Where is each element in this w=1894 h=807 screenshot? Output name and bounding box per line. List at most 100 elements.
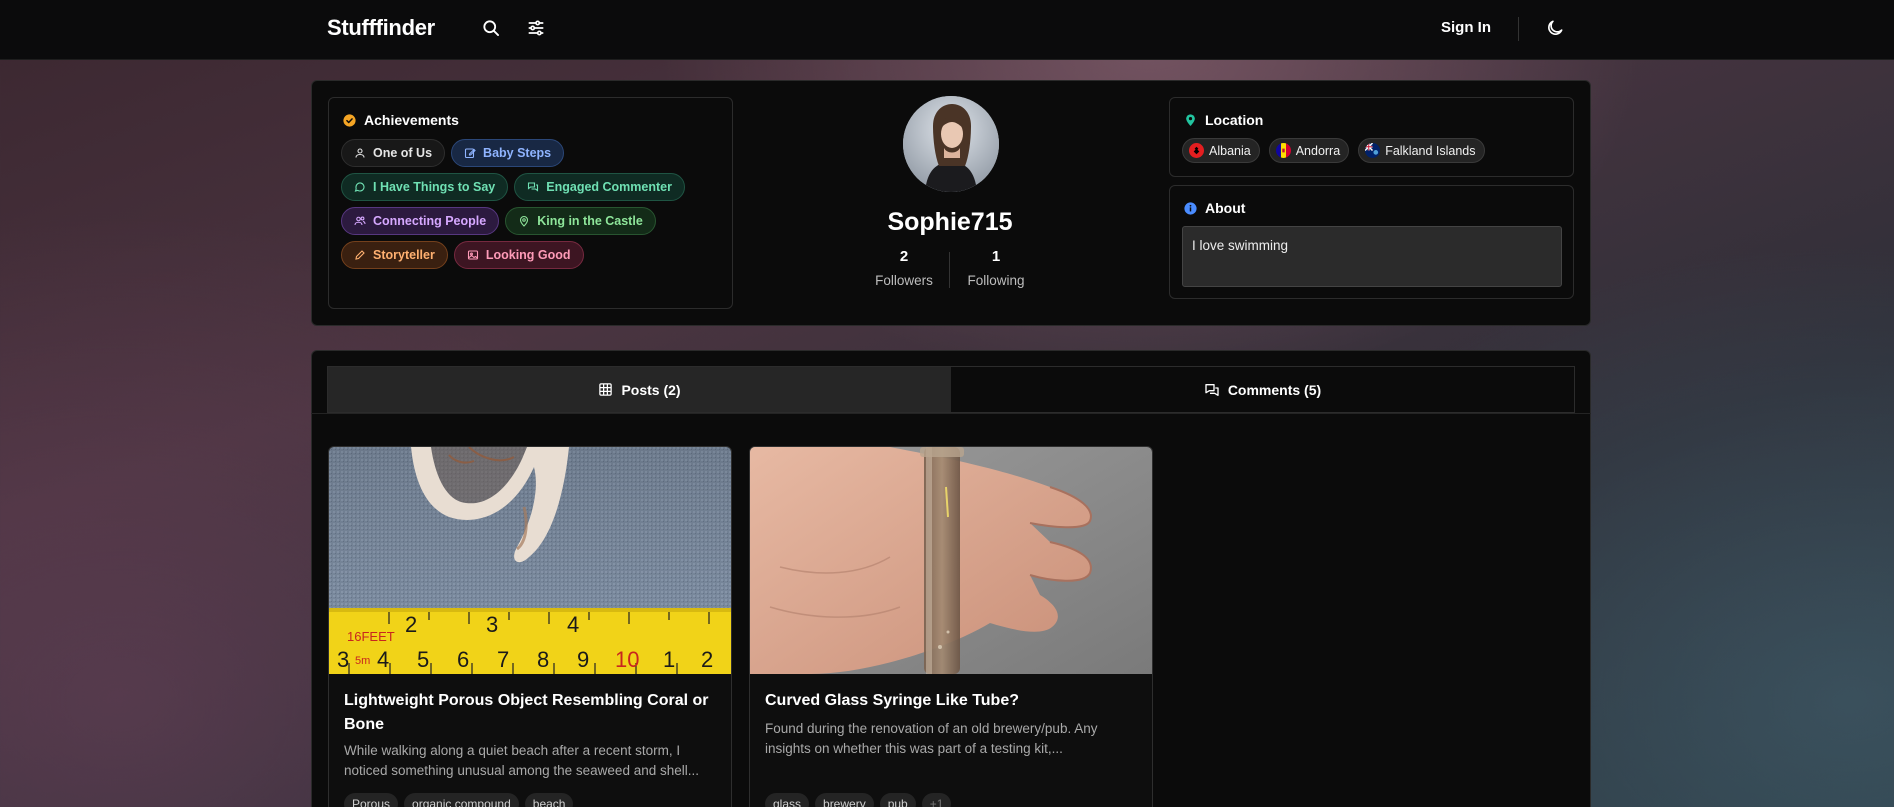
tape-number: 2 [701, 647, 713, 672]
post-tags: Porous organic compound beach [344, 793, 574, 807]
badge-check-icon [343, 113, 356, 127]
info-icon [1184, 201, 1197, 215]
achievements-title: Achievements [364, 112, 459, 128]
tape-number: 5 [417, 647, 429, 672]
country-label: Andorra [1295, 143, 1341, 158]
albania-flag-icon [1189, 143, 1204, 158]
about-text: I love swimming [1182, 226, 1562, 287]
about-card: About I love swimming [1169, 185, 1574, 299]
messages-icon [528, 182, 539, 192]
badge-baby-steps[interactable]: Baby Steps [451, 139, 565, 167]
about-title: About [1205, 200, 1246, 216]
tag[interactable]: beach [524, 793, 574, 807]
following-stat[interactable]: 1 Following [956, 248, 1036, 288]
andorra-flag-icon [1275, 143, 1291, 158]
search-icon[interactable] [479, 16, 503, 40]
nav-divider [1518, 17, 1519, 41]
message-icon [354, 182, 365, 192]
country-pill-andorra[interactable]: Andorra [1268, 138, 1350, 163]
location-pin-icon [1184, 113, 1197, 127]
post-title[interactable]: Curved Glass Syringe Like Tube? [765, 689, 1140, 713]
profile-tabs: Posts (2) Comments (5) [327, 366, 1575, 413]
post-image[interactable] [750, 447, 1152, 674]
tab-posts[interactable]: Posts (2) [328, 367, 951, 412]
post-tags: glass brewery pub +1 [765, 793, 952, 807]
country-pill-falkland-islands[interactable]: Falkland Islands [1358, 138, 1485, 163]
tabs-divider [311, 413, 1591, 414]
tag[interactable]: glass [765, 793, 810, 807]
tape-number: 8 [537, 647, 549, 672]
tab-posts-label: Posts (2) [621, 381, 681, 398]
achievements-heading: Achievements [343, 112, 459, 128]
post-card[interactable]: Curved Glass Syringe Like Tube? Found du… [749, 446, 1153, 807]
user-icon [355, 148, 365, 158]
tape-number: 7 [497, 647, 509, 672]
tag[interactable]: brewery [815, 793, 874, 807]
profile-username: Sophie715 [887, 208, 1013, 236]
following-label: Following [967, 273, 1025, 288]
tag[interactable]: pub [879, 793, 916, 807]
grid-icon [599, 383, 613, 396]
country-pill-albania[interactable]: Albania [1182, 138, 1260, 163]
moon-icon[interactable] [1543, 16, 1567, 40]
followers-stat[interactable]: 2 Followers [864, 248, 944, 288]
top-navbar: Stufffinder Sign In [0, 0, 1894, 60]
followers-count: 2 [899, 248, 909, 265]
badge-label: One of Us [373, 146, 433, 160]
avatar[interactable] [903, 96, 999, 192]
tab-comments[interactable]: Comments (5) [951, 367, 1574, 412]
users-icon [354, 216, 366, 226]
badge-one-of-us[interactable]: One of Us [341, 139, 446, 167]
badge-label: Connecting People [373, 214, 487, 228]
badge-label: Engaged Commenter [546, 180, 672, 194]
location-heading: Location [1184, 112, 1263, 128]
edit-icon [464, 148, 476, 159]
tape-number: 6 [457, 647, 469, 672]
post-title[interactable]: Lightweight Porous Object Resembling Cor… [344, 689, 719, 737]
badge-label: Looking Good [485, 248, 571, 262]
comments-icon [1205, 383, 1219, 396]
tag[interactable]: Porous [344, 793, 399, 807]
badge-king-in-the-castle[interactable]: King in the Castle [505, 207, 656, 235]
stats-divider [949, 252, 950, 288]
badge-label: I Have Things to Say [373, 180, 496, 194]
sign-in-button[interactable]: Sign In [1441, 19, 1491, 36]
tape-sublabel: 5m [355, 655, 370, 667]
location-title: Location [1205, 112, 1264, 128]
post-card[interactable]: 16FEET 5m 2 3 4 3 4 5 6 7 8 9 10 1 2 Lightweight Po… [328, 446, 732, 807]
badge-i-have-things-to-say[interactable]: I Have Things to Say [341, 173, 509, 201]
pencil-icon [355, 250, 365, 260]
falkland-islands-flag-icon [1365, 143, 1381, 158]
location-card: Location Albania Andorra Falkland Island… [1169, 97, 1574, 177]
badge-engaged-commenter[interactable]: Engaged Commenter [514, 173, 685, 201]
tab-comments-label: Comments (5) [1227, 381, 1322, 398]
badge-storyteller[interactable]: Storyteller [341, 241, 448, 269]
tape-number: 3 [486, 612, 498, 637]
image-icon [467, 250, 478, 260]
tape-number: 1 [663, 647, 675, 672]
post-description: While walking along a quiet beach after … [344, 743, 699, 778]
badge-label: King in the Castle [537, 214, 643, 228]
post-description: Found during the renovation of an old br… [765, 721, 1098, 756]
achievements-card: Achievements One of Us Baby Steps I Have… [328, 97, 733, 309]
more-tags-badge[interactable]: +1 [921, 793, 952, 807]
sliders-icon[interactable] [524, 16, 548, 40]
map-pin-icon [520, 215, 529, 227]
badge-label: Baby Steps [483, 146, 552, 160]
tape-number: 9 [577, 647, 589, 672]
tape-number: 4 [377, 647, 389, 672]
tape-number: 10 [615, 647, 639, 672]
post-image[interactable]: 16FEET 5m 2 3 4 3 4 5 6 7 8 9 10 1 2 [329, 447, 731, 674]
location-pills: Albania Andorra Falkland Islands [1182, 138, 1485, 163]
badge-connecting-people[interactable]: Connecting People [341, 207, 500, 235]
badge-label: Storyteller [373, 248, 435, 262]
tape-number: 4 [567, 612, 579, 637]
country-label: Albania [1209, 143, 1251, 158]
badge-looking-good[interactable]: Looking Good [453, 241, 584, 269]
achievement-badges: One of Us Baby Steps I Have Things to Sa… [341, 139, 726, 269]
about-heading: About [1184, 200, 1245, 216]
brand-logo[interactable]: Stufffinder [327, 15, 435, 41]
tag[interactable]: organic compound [404, 793, 519, 807]
followers-label: Followers [875, 273, 933, 288]
tape-number: 2 [405, 612, 417, 637]
